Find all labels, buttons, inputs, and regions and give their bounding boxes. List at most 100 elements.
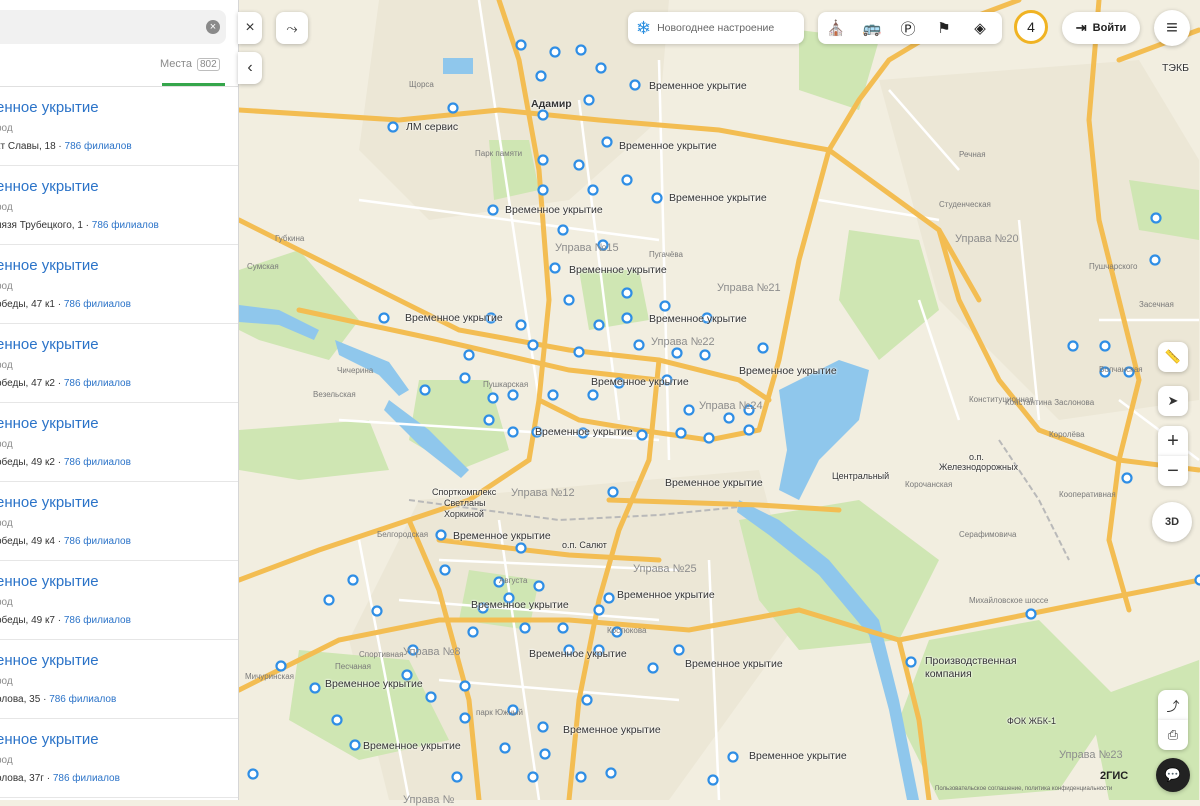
result-item[interactable]: енное укрытиеродобеды, 47 к1 · 786 филиа… [0, 245, 238, 324]
shelter-marker[interactable] [577, 773, 586, 782]
shelter-marker[interactable] [333, 716, 342, 725]
poi-label[interactable]: Временное укрытие [563, 724, 661, 736]
branches-link[interactable]: 786 филиалов [49, 694, 116, 705]
3d-mode-button[interactable]: 3D [1152, 502, 1192, 542]
branches-link[interactable]: 786 филиалов [65, 141, 132, 152]
result-item[interactable]: енное укрытиероднязя Трубецкого, 1 · 786… [0, 166, 238, 245]
result-item[interactable]: енное укрытиеродобеды, 47 к2 · 786 филиа… [0, 324, 238, 403]
poi-label[interactable]: Временное укрытие [619, 140, 717, 152]
branches-link[interactable]: 786 филиалов [64, 536, 131, 547]
result-item[interactable]: енное укрытиеродобеды, 49 к7 · 786 филиа… [0, 561, 238, 640]
shelter-marker[interactable] [607, 769, 616, 778]
shelter-marker[interactable] [539, 156, 548, 165]
shelter-marker[interactable] [421, 386, 430, 395]
share-icon[interactable]: ⤴ [1158, 690, 1188, 720]
shelter-marker[interactable] [501, 744, 510, 753]
shelter-marker[interactable] [701, 351, 710, 360]
shelter-marker[interactable] [589, 391, 598, 400]
shelter-marker[interactable] [380, 314, 389, 323]
layers-icon[interactable]: ◈ [962, 12, 998, 44]
poi-label[interactable]: Временное укрытие [363, 740, 461, 752]
result-title[interactable]: енное укрытие [0, 573, 99, 590]
poi-label[interactable]: Временное укрытие [569, 264, 667, 276]
result-title[interactable]: енное укрытие [0, 257, 99, 274]
place-label[interactable]: Производственная [925, 655, 1017, 667]
shelter-marker[interactable] [725, 414, 734, 423]
shelter-marker[interactable] [389, 123, 398, 132]
shelter-marker[interactable] [1027, 610, 1036, 619]
place-label[interactable]: Центральный [832, 471, 889, 481]
poi-label[interactable]: Временное укрытие [649, 313, 747, 325]
shelter-marker[interactable] [653, 194, 662, 203]
shelter-marker[interactable] [745, 426, 754, 435]
shelter-marker[interactable] [427, 693, 436, 702]
poi-label[interactable]: Временное укрытие [529, 648, 627, 660]
result-title[interactable]: енное укрытие [0, 494, 99, 511]
poi-label[interactable]: Временное укрытие [685, 658, 783, 670]
shelter-marker[interactable] [539, 111, 548, 120]
shelter-marker[interactable] [441, 566, 450, 575]
shelter-marker[interactable] [1196, 576, 1200, 585]
locate-icon[interactable]: ➤ [1158, 386, 1188, 416]
shelter-marker[interactable] [685, 406, 694, 415]
result-item[interactable]: енное укрытиеродолова, 35 · 786 филиалов [0, 640, 238, 719]
shelter-marker[interactable] [539, 723, 548, 732]
shelter-marker[interactable] [541, 750, 550, 759]
zoom-in-button[interactable]: + [1158, 426, 1188, 456]
shelter-marker[interactable] [489, 394, 498, 403]
shelter-marker[interactable] [565, 296, 574, 305]
branches-link[interactable]: 786 филиалов [64, 615, 131, 626]
poi-label[interactable]: Временное укрытие [325, 678, 423, 690]
shelter-marker[interactable] [351, 741, 360, 750]
shelter-marker[interactable] [729, 753, 738, 762]
shelter-marker[interactable] [623, 314, 632, 323]
shelter-marker[interactable] [649, 664, 658, 673]
poi-label[interactable]: Временное укрытие [535, 426, 633, 438]
shelter-marker[interactable] [605, 594, 614, 603]
shelter-marker[interactable] [485, 416, 494, 425]
shelter-marker[interactable] [535, 582, 544, 591]
result-item[interactable]: енное укрытиеродобеды, 49 к4 · 786 филиа… [0, 482, 238, 561]
place-label[interactable]: компания [925, 668, 972, 680]
map[interactable]: Адамир ЛМ сервис ТЭКБ Парк памяти Спортк… [239, 0, 1200, 800]
shelter-marker[interactable] [577, 46, 586, 55]
search-input[interactable]: × [0, 10, 226, 44]
shelter-marker[interactable] [529, 773, 538, 782]
shelter-marker[interactable] [517, 321, 526, 330]
shelter-marker[interactable] [1152, 214, 1161, 223]
menu-icon[interactable]: ≡ [1154, 10, 1190, 46]
shelter-marker[interactable] [575, 161, 584, 170]
shelter-marker[interactable] [583, 696, 592, 705]
shelter-marker[interactable] [575, 348, 584, 357]
poi-label[interactable]: Временное укрытие [669, 192, 767, 204]
notifications-counter[interactable]: 4 [1014, 10, 1048, 44]
poi-label[interactable]: Временное укрытие [453, 530, 551, 542]
branches-link[interactable]: 786 филиалов [64, 457, 131, 468]
place-label[interactable]: о.п. [969, 452, 984, 462]
result-title[interactable]: енное укрытие [0, 415, 99, 432]
shelter-marker[interactable] [277, 662, 286, 671]
close-circle-icon[interactable]: × [206, 20, 220, 34]
result-title[interactable]: енное укрытие [0, 336, 99, 353]
poi-label[interactable]: Временное укрытие [617, 589, 715, 601]
place-label[interactable]: Светланы [444, 498, 486, 508]
shelter-marker[interactable] [595, 321, 604, 330]
poi-label[interactable]: Временное укрытие [649, 80, 747, 92]
poi-label[interactable]: Временное укрытие [739, 365, 837, 377]
shelter-marker[interactable] [509, 391, 518, 400]
shelter-marker[interactable] [705, 434, 714, 443]
shelter-marker[interactable] [539, 186, 548, 195]
shelter-marker[interactable] [517, 544, 526, 553]
shelter-marker[interactable] [1101, 342, 1110, 351]
shelter-marker[interactable] [661, 302, 670, 311]
shelter-marker[interactable] [675, 646, 684, 655]
shelter-marker[interactable] [559, 624, 568, 633]
result-item[interactable]: енное укрытиеродобеды, 49 к2 · 786 филиа… [0, 403, 238, 482]
shelter-marker[interactable] [595, 606, 604, 615]
shelter-marker[interactable] [449, 104, 458, 113]
shelter-marker[interactable] [1069, 342, 1078, 351]
poi-label[interactable]: Временное укрытие [665, 477, 763, 489]
zoom-out-button[interactable]: − [1158, 456, 1188, 486]
place-label[interactable]: Хоркиной [444, 509, 484, 519]
branches-link[interactable]: 786 филиалов [64, 378, 131, 389]
